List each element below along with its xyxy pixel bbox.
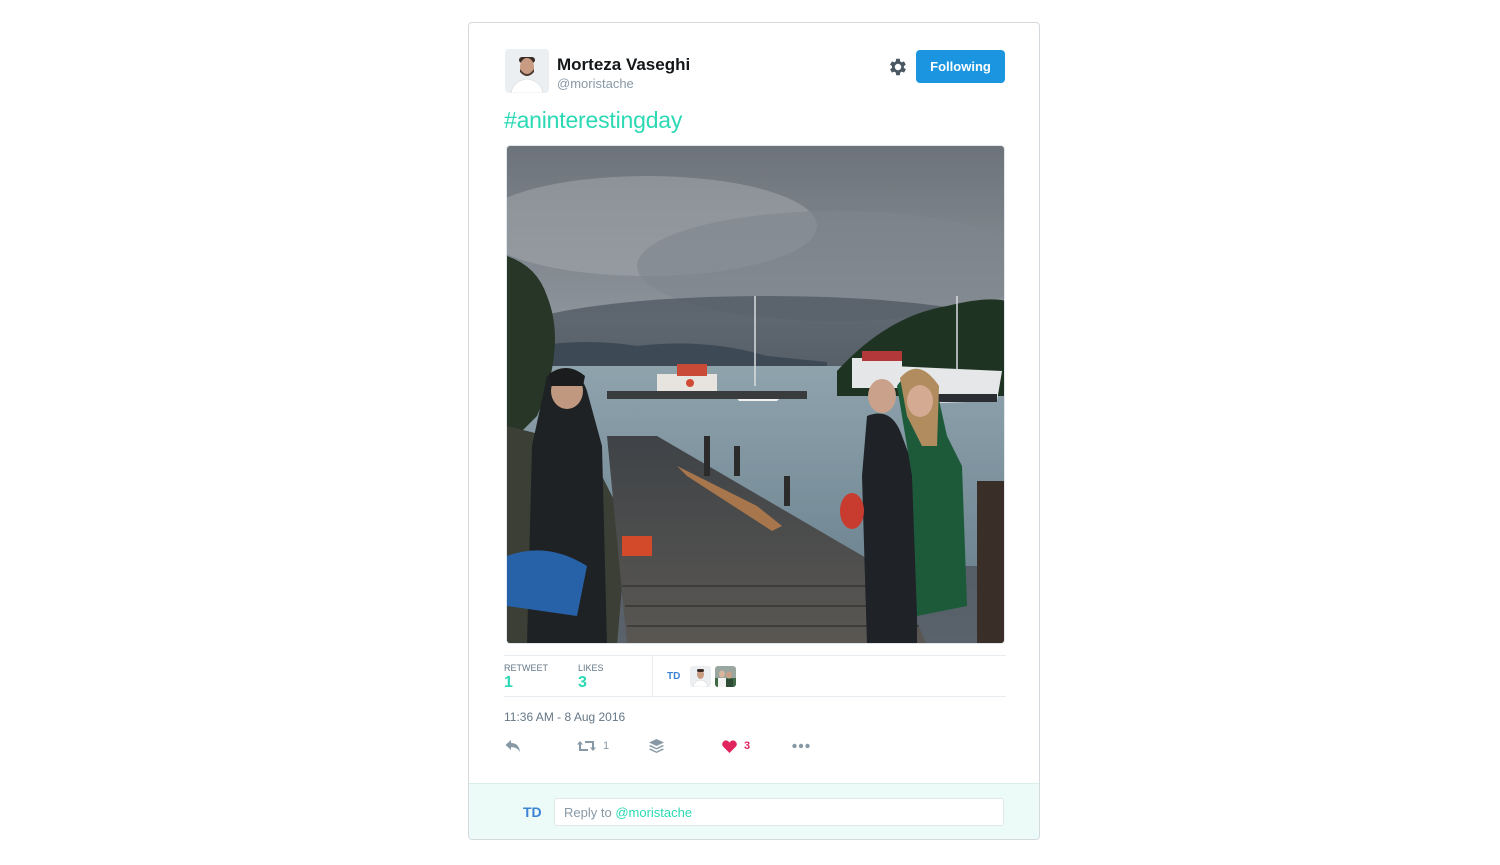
retweet-stat-count[interactable]: 1 <box>504 674 513 692</box>
stats-divider-top <box>504 655 1006 656</box>
liker-avatar[interactable] <box>715 666 736 687</box>
retweet-icon <box>577 741 596 751</box>
reply-placeholder-prefix: Reply to <box>564 805 616 820</box>
more-icon <box>792 743 810 749</box>
likes-stat-label[interactable]: LIKES <box>578 663 604 673</box>
following-button[interactable]: Following <box>916 50 1005 83</box>
author-name[interactable]: Morteza Vaseghi <box>557 55 690 75</box>
like-button[interactable]: 3 <box>722 737 750 755</box>
retweet-count: 1 <box>603 740 610 752</box>
reply-section: TD Reply to @moristache <box>469 783 1039 839</box>
buffer-button[interactable] <box>649 737 664 755</box>
liker-brand-logo[interactable]: TD <box>667 671 680 682</box>
hashtag-link[interactable]: #aninterestingday <box>504 107 682 134</box>
retweet-button[interactable]: 1 <box>577 737 609 755</box>
tweet-card: Morteza Vaseghi @moristache Following #a… <box>468 22 1040 840</box>
retweet-stat-label[interactable]: RETWEET <box>504 663 548 673</box>
stats-vertical-divider <box>652 656 653 696</box>
liker-avatar[interactable] <box>690 666 711 687</box>
like-count: 3 <box>744 740 751 752</box>
tweet-timestamp[interactable]: 11:36 AM - 8 Aug 2016 <box>504 710 625 724</box>
heart-icon <box>722 739 737 753</box>
reply-input[interactable]: Reply to @moristache <box>554 798 1004 826</box>
reply-icon <box>505 740 520 752</box>
gear-icon[interactable] <box>887 56 909 78</box>
reply-button[interactable] <box>505 737 521 755</box>
layers-icon <box>649 739 664 753</box>
author-handle[interactable]: @moristache <box>557 76 634 91</box>
reply-placeholder-handle: @moristache <box>615 805 693 820</box>
tweet-photo[interactable] <box>506 145 1005 644</box>
author-avatar[interactable] <box>505 49 549 93</box>
more-button[interactable] <box>792 737 810 755</box>
likes-stat-count[interactable]: 3 <box>578 674 587 692</box>
reply-brand-logo: TD <box>523 804 542 820</box>
stats-divider-bottom <box>504 696 1006 697</box>
